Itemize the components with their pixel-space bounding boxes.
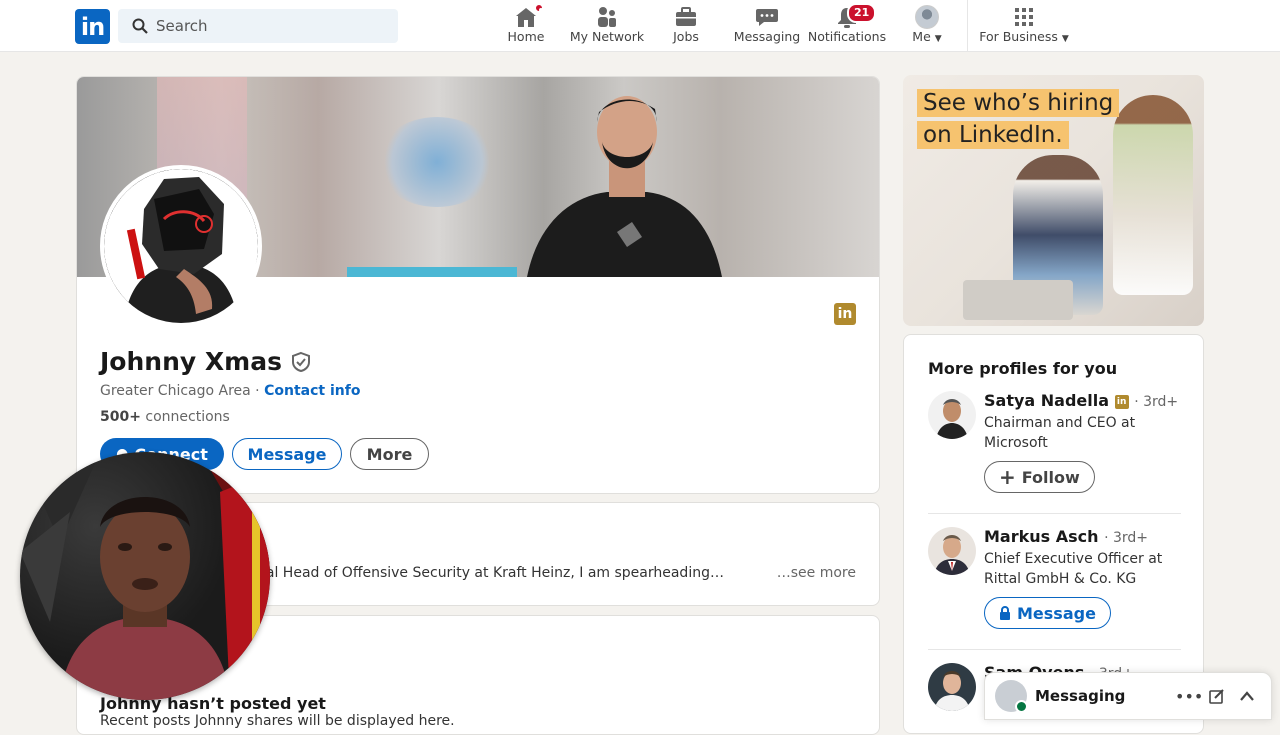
- connections-label: connections: [145, 409, 230, 425]
- more-button[interactable]: More: [350, 438, 429, 470]
- profile-connections[interactable]: 500+ connections: [100, 409, 230, 425]
- nav-home[interactable]: Home: [506, 3, 546, 48]
- avatar: [915, 5, 939, 29]
- profile-suggestion: Markus Asch · 3rd+ Chief Executive Offic…: [928, 527, 1188, 637]
- linkedin-premium-icon: in: [834, 303, 856, 325]
- nav-home-label: Home: [507, 29, 545, 44]
- divider: [928, 649, 1181, 650]
- chevron-down-icon: ▼: [1061, 34, 1069, 44]
- more-button-label: More: [366, 444, 413, 464]
- profile-photo-image: [104, 169, 258, 323]
- message-button-label: Message: [1017, 603, 1096, 623]
- avatar[interactable]: [928, 391, 976, 439]
- nav-jobs[interactable]: Jobs: [666, 6, 706, 48]
- home-notification-dot: [534, 3, 544, 13]
- webcam-presenter-image: [20, 452, 270, 700]
- hiring-ad[interactable]: See who’s hiring on LinkedIn.: [903, 75, 1204, 326]
- lock-icon: [1000, 606, 1010, 620]
- nav-messaging[interactable]: Messaging: [733, 6, 801, 48]
- search-icon: [132, 18, 148, 34]
- webcam-overlay: [20, 452, 270, 700]
- connection-degree: · 3rd+: [1134, 394, 1179, 410]
- linkedin-premium-icon: in: [1114, 394, 1129, 409]
- connection-degree: · 3rd+: [1104, 530, 1149, 546]
- message-button-label: Message: [247, 444, 327, 464]
- connections-count: 500+: [100, 409, 141, 425]
- contact-info-link[interactable]: Contact info: [264, 383, 360, 399]
- nav-my-network-label: My Network: [569, 29, 645, 44]
- chevron-up-icon[interactable]: [1239, 690, 1255, 702]
- ad-headline-line2: on LinkedIn.: [917, 121, 1069, 149]
- avatar: [995, 680, 1028, 713]
- profile-suggestion-name: Satya Nadella: [984, 391, 1110, 410]
- search-input[interactable]: [156, 17, 376, 35]
- more-options-icon[interactable]: •••: [1175, 687, 1203, 706]
- follow-button[interactable]: + Follow: [984, 461, 1095, 493]
- top-nav-bar: in Home My Network Jobs Messaging 21 Not…: [0, 0, 1280, 52]
- avatar[interactable]: [928, 527, 976, 575]
- profile-suggestion-name: Markus Asch: [984, 527, 1099, 546]
- compose-icon[interactable]: [1209, 688, 1225, 704]
- ad-person-2: [1113, 95, 1193, 295]
- messaging-icon: [756, 9, 778, 26]
- banner-person: [527, 96, 722, 277]
- briefcase-icon: [676, 7, 696, 26]
- profile-card: in Johnny Xmas Greater Chicago Area · Co…: [76, 76, 880, 494]
- divider: [928, 513, 1181, 514]
- profile-location-row: Greater Chicago Area · Contact info: [100, 383, 361, 399]
- profile-suggestion-headline: Chief Executive Officer at Rittal GmbH &…: [984, 551, 1163, 587]
- banner-stripe: [347, 267, 517, 277]
- nav-notifications-label: Notifications: [807, 29, 887, 44]
- ad-laptop: [963, 280, 1073, 320]
- ad-headline-line1: See who’s hiring: [917, 89, 1120, 117]
- chevron-down-icon: ▼: [934, 34, 942, 44]
- nav-divider: [967, 0, 968, 52]
- profile-suggestion-name-row[interactable]: Markus Asch · 3rd+: [984, 527, 1148, 546]
- profile-name-row: Johnny Xmas: [100, 347, 312, 376]
- nav-notifications[interactable]: 21 Notifications: [807, 3, 887, 48]
- nav-messaging-label: Messaging: [733, 29, 801, 44]
- linkedin-logo[interactable]: in: [75, 9, 110, 44]
- profile-suggestion: Satya Nadella in · 3rd+ Chairman and CEO…: [928, 391, 1188, 501]
- profile-photo[interactable]: [100, 165, 262, 327]
- nav-jobs-label: Jobs: [673, 29, 699, 44]
- more-profiles-title: More profiles for you: [928, 359, 1118, 378]
- network-icon: [598, 7, 616, 27]
- plus-icon: +: [999, 465, 1016, 489]
- message-button[interactable]: Message: [984, 597, 1111, 629]
- notifications-badge: 21: [847, 3, 877, 23]
- profile-location: Greater Chicago Area: [100, 383, 251, 399]
- search-box[interactable]: [118, 9, 398, 43]
- banner-graffiti-blue: [377, 117, 497, 207]
- grid-icon: [1015, 8, 1033, 26]
- nav-for-business[interactable]: For Business ▼: [978, 6, 1070, 48]
- profile-suggestion-name-row[interactable]: Satya Nadella in · 3rd+: [984, 391, 1178, 410]
- nav-my-network[interactable]: My Network: [568, 6, 646, 48]
- messaging-dock-label: Messaging: [1035, 687, 1126, 705]
- profile-name: Johnny Xmas: [100, 347, 282, 376]
- messaging-dock[interactable]: Messaging •••: [984, 672, 1272, 720]
- activity-subtitle: Recent posts Johnny shares will be displ…: [100, 713, 455, 729]
- follow-button-label: Follow: [1021, 467, 1080, 487]
- about-text: bal Head of Offensive Security at Kraft …: [257, 565, 724, 581]
- nav-me[interactable]: Me ▼: [905, 5, 949, 48]
- nav-me-label: Me ▼: [912, 29, 942, 44]
- message-button[interactable]: Message: [232, 438, 342, 470]
- profile-suggestion-headline: Chairman and CEO at Microsoft: [984, 415, 1136, 451]
- verified-shield-icon[interactable]: [290, 351, 312, 373]
- avatar[interactable]: [928, 663, 976, 711]
- see-more-link[interactable]: …see more: [777, 565, 856, 581]
- nav-for-business-label: For Business ▼: [979, 29, 1069, 44]
